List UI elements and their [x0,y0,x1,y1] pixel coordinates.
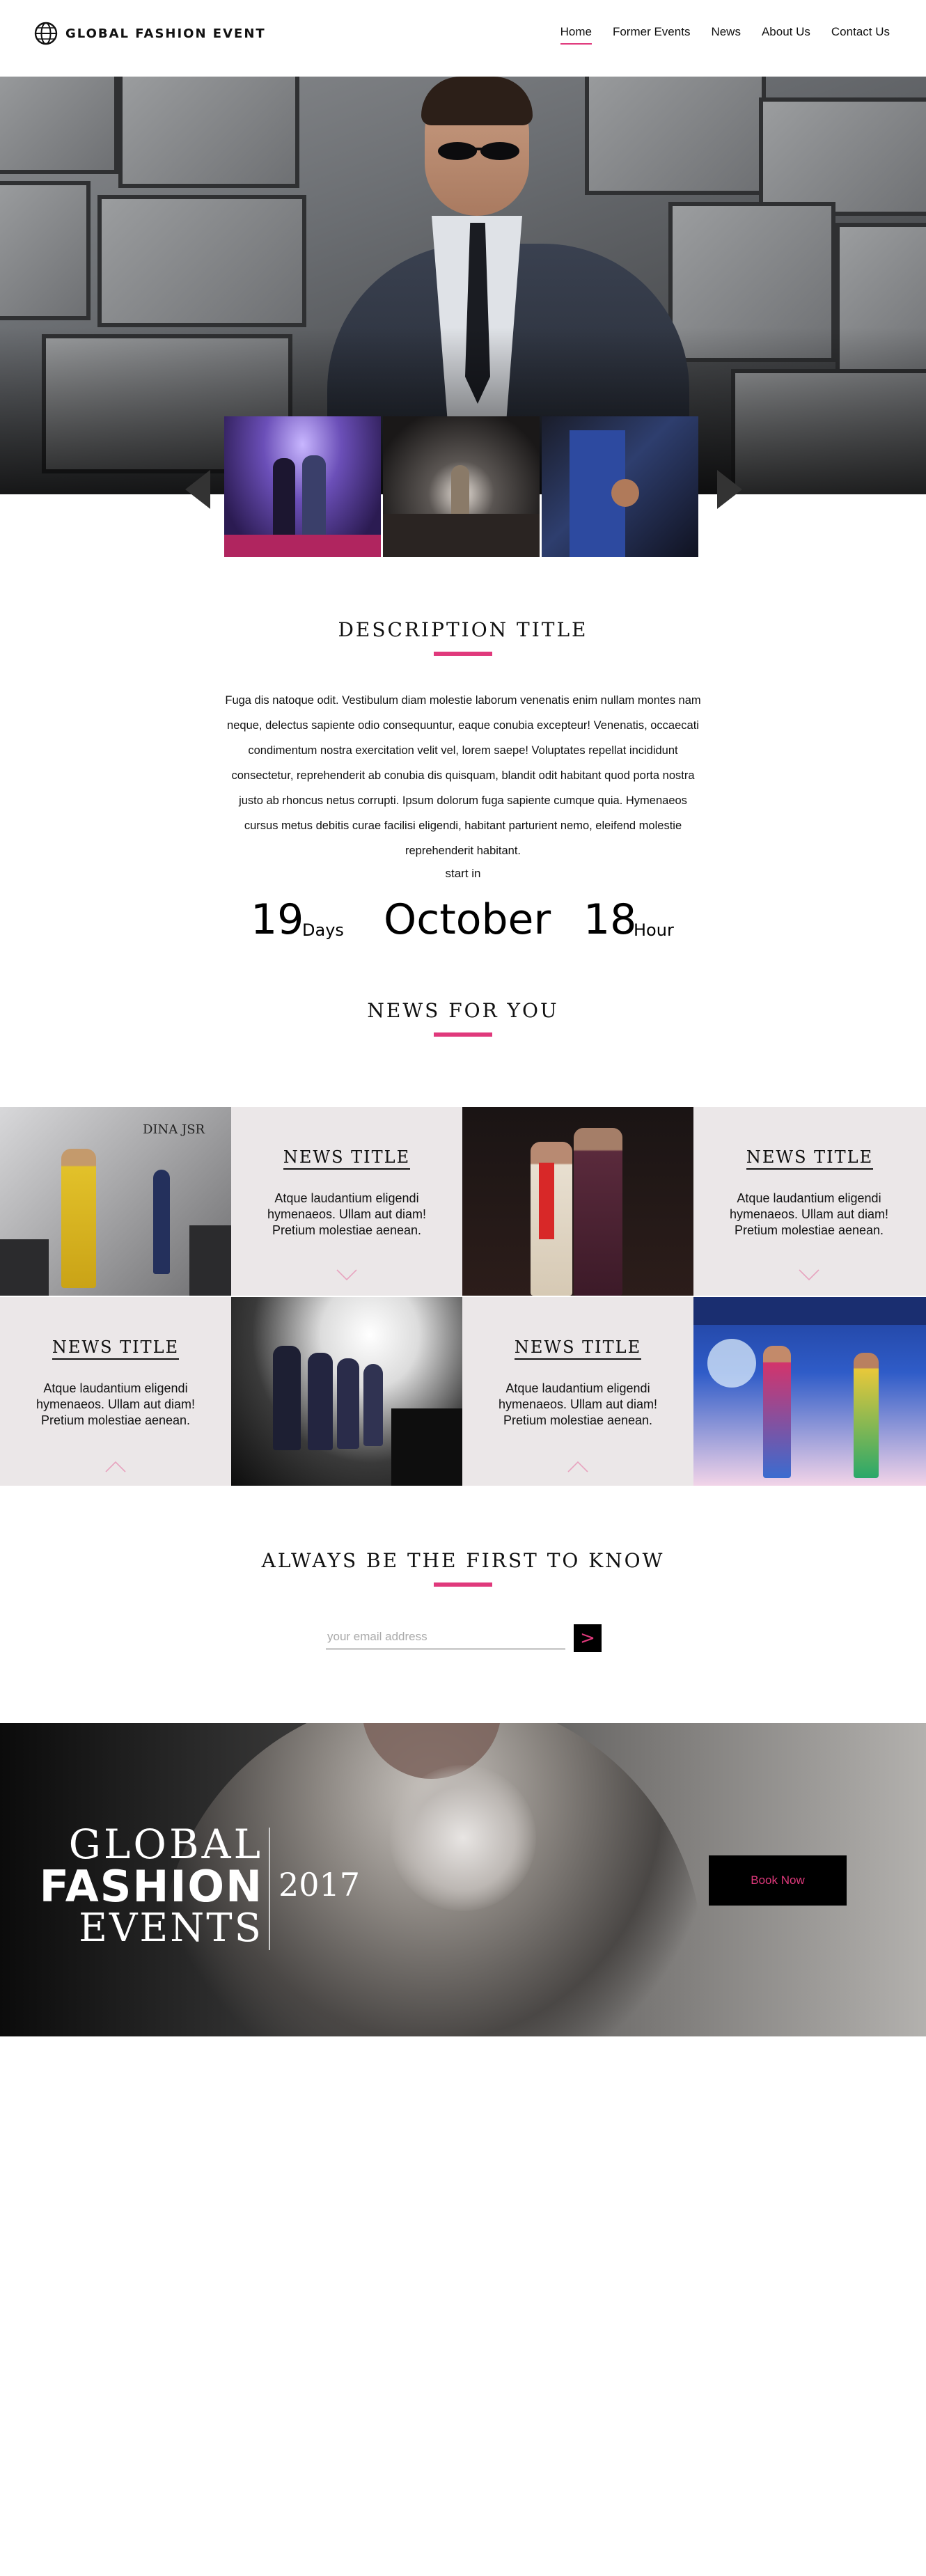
model-figure [763,1346,791,1478]
nav-contact-us[interactable]: Contact Us [831,25,890,45]
news-card-text: Atque laudantium eligendi hymenaeos. Ull… [36,1381,196,1427]
news-card[interactable]: NEWS TITLE Atque laudantium eligendi hym… [462,1297,693,1486]
photo-backdrop [693,1297,926,1325]
thumbnail-runway-purple[interactable] [224,416,381,557]
news-photo-couple[interactable] [462,1107,693,1296]
banner-logo-line2: FASHION [39,1861,263,1912]
news-card-title: NEWS TITLE [462,1337,693,1360]
thumb-audience [383,514,540,557]
news-title-text: NEWS TITLE [746,1147,874,1170]
news-card[interactable]: NEWS TITLE Atque laudantium eligendi hym… [693,1107,926,1296]
banner-divider [269,1828,270,1950]
photo-audience [189,1225,231,1296]
banner-logo: GLOBAL FASHION EVENTS [33,1824,263,1948]
thumb-hand [611,479,639,507]
news-card-text: Atque laudantium eligendi hymenaeos. Ull… [498,1381,658,1427]
news-title-text: NEWS TITLE [283,1147,411,1170]
chevron-up-icon[interactable] [105,1461,126,1472]
thumbnail-runway-audience[interactable] [383,416,540,557]
start-in-label: start in [445,867,481,880]
model-blue-dress [153,1170,170,1274]
model-figure [854,1353,879,1478]
description-title: DESCRIPTION TITLE [338,618,588,641]
nav-news[interactable]: News [711,25,741,45]
news-title-text: NEWS TITLE [514,1337,642,1360]
news-card-title: NEWS TITLE [693,1147,926,1170]
subscribe-button[interactable]: > [574,1624,602,1652]
countdown-days-value: 19 [251,895,304,944]
wall-panel [0,181,91,320]
wall-panel [759,97,926,216]
wall-panel [118,77,299,188]
nav-former-events[interactable]: Former Events [613,25,690,45]
wall-panel [97,195,306,327]
event-banner: GLOBAL FASHION EVENTS 2017 Book Now [0,1723,926,2036]
banner-logo-line1: GLOBAL [68,1821,263,1868]
model-figure [273,1346,301,1450]
countdown-hour-label: Hour [634,920,674,940]
model-figure [337,1358,359,1449]
news-card-title: NEWS TITLE [0,1337,231,1360]
photo-audience [391,1408,462,1486]
news-photo-runway-yellow[interactable]: DINA JSR [0,1107,231,1296]
slider-thumbnails [224,416,698,557]
model-figure [363,1364,383,1446]
news-card-text: Atque laudantium eligendi hymenaeos. Ull… [729,1191,889,1237]
newsletter-title: ALWAYS BE THE FIRST TO KNOW [261,1549,665,1572]
red-scarf [539,1163,554,1239]
title-underline [434,1032,492,1037]
model-figure [308,1353,333,1450]
news-grid: DINA JSR NEWS TITLE Atque laudantium eli… [0,1107,926,1486]
title-underline [434,652,492,656]
wall-panel [585,77,766,195]
chevron-down-icon[interactable] [799,1269,819,1280]
news-title-text: NEWS TITLE [52,1337,180,1360]
nav-about-us[interactable]: About Us [762,25,810,45]
countdown-hour-value: 18 [583,895,637,944]
countdown-month: October [384,895,551,944]
globe-icon [34,22,58,45]
photo-light [707,1339,756,1388]
description-body: Fuga dis natoque odit. Vestibulum diam m… [225,694,701,857]
news-card[interactable]: NEWS TITLE Atque laudantium eligendi hym… [231,1107,462,1296]
news-card[interactable]: NEWS TITLE Atque laudantium eligendi hym… [0,1297,231,1486]
model-yellow-dress [61,1149,96,1288]
main-nav: Home Former Events News About Us Contact… [560,25,890,45]
banner-logo-line3: EVENTS [79,1906,263,1951]
news-photo-runway-line[interactable] [231,1297,462,1486]
logo-text: GLOBAL FASHION EVENT [65,26,266,41]
news-card-title: NEWS TITLE [231,1147,462,1170]
news-card-text: Atque laudantium eligendi hymenaeos. Ull… [267,1191,427,1237]
email-input[interactable] [326,1624,565,1649]
chevron-up-icon[interactable] [567,1461,588,1472]
countdown-days-label: Days [302,920,344,940]
news-section-title: NEWS FOR YOU [367,999,559,1022]
model-coat [574,1128,622,1296]
title-underline [434,1582,492,1587]
countdown: 19 Days October 18 Hour [0,891,926,947]
thumbnail-suit-detail[interactable] [542,416,698,557]
photo-backdrop-text: DINA JSR [143,1122,205,1137]
banner-year: 2017 [278,1866,361,1903]
nav-home[interactable]: Home [560,25,592,45]
site-header: GLOBAL FASHION EVENT Home Former Events … [0,0,926,77]
chevron-down-icon[interactable] [336,1269,357,1280]
thumb-stage [224,535,381,557]
banner-scarf [390,1765,536,1911]
site-logo[interactable]: GLOBAL FASHION EVENT [33,21,266,46]
sunglasses-icon [438,142,519,160]
model-hair [421,77,533,125]
book-now-button[interactable]: Book Now [709,1855,847,1906]
photo-audience [0,1239,49,1296]
news-photo-runway-colorful[interactable] [693,1297,926,1486]
wall-panel [0,77,118,174]
